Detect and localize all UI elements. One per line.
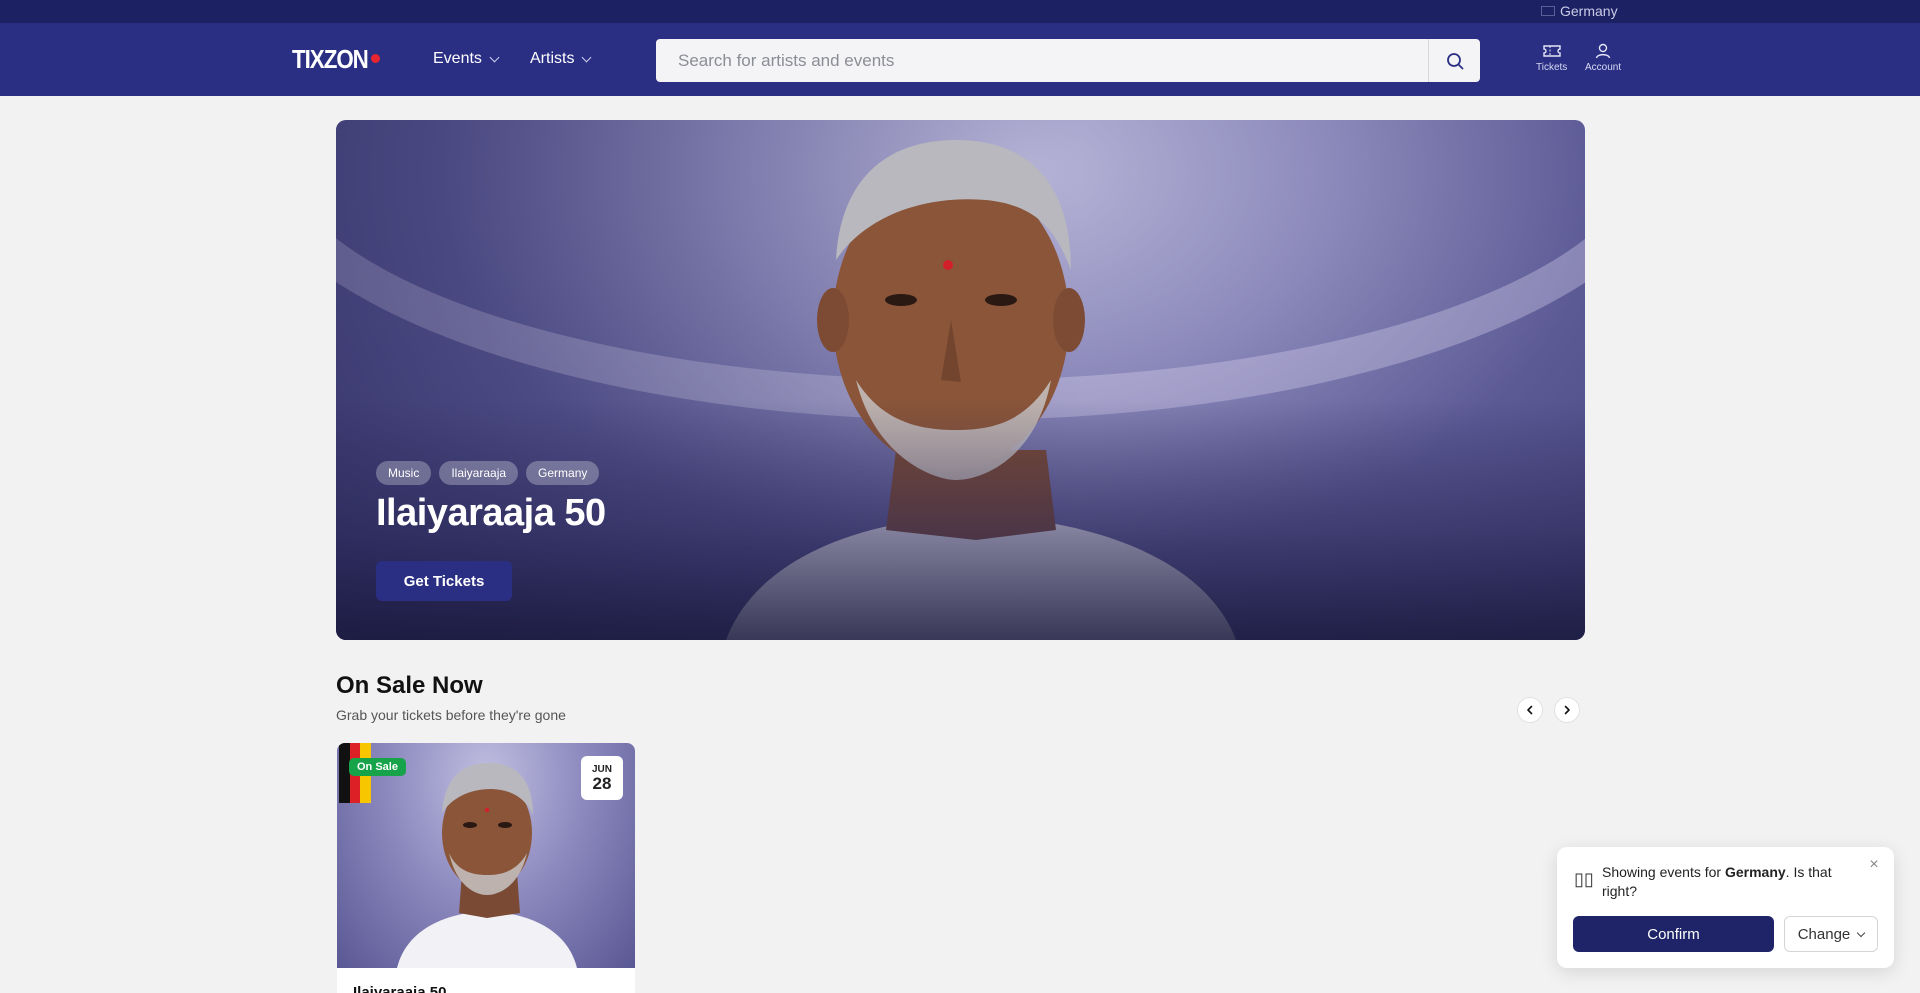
flag-icon [1541, 6, 1555, 16]
event-card-title: Ilaiyaraaja 50 [353, 984, 447, 993]
close-icon[interactable]: × [1866, 857, 1882, 873]
nav-artists-label: Artists [530, 50, 575, 67]
tag-category[interactable]: Music [376, 461, 432, 485]
location-message: Showing events for Germany. Is that righ… [1602, 863, 1857, 901]
carousel-next-button[interactable] [1554, 697, 1580, 723]
search-input[interactable] [656, 39, 1428, 82]
nav-events-label: Events [433, 50, 482, 67]
user-icon [1595, 43, 1611, 59]
hero-title: Ilaiyaraaja 50 [376, 492, 606, 534]
nav-events[interactable]: Events [433, 50, 500, 68]
tag-country[interactable]: Germany [526, 461, 600, 485]
logo-dot-icon [371, 54, 380, 63]
chevron-down-icon [1857, 928, 1866, 937]
tag-artist[interactable]: Ilaiyaraaja [439, 461, 519, 485]
change-label: Change [1797, 925, 1851, 943]
tickets-label: Tickets [1536, 62, 1568, 73]
change-button[interactable]: Change [1784, 916, 1878, 952]
ticket-icon [1542, 45, 1561, 57]
event-date-badge: JUN 28 [581, 756, 623, 800]
nav-artists[interactable]: Artists [530, 50, 592, 68]
region-selector[interactable]: Germany [1541, 3, 1618, 19]
hero-tags: Music Ilaiyaraaja Germany [376, 461, 600, 485]
carousel-prev-button[interactable] [1517, 697, 1543, 723]
location-confirm-popup: ▯▯ Showing events for Germany. Is that r… [1557, 847, 1894, 968]
event-day: 28 [592, 774, 612, 793]
region-label: Germany [1560, 3, 1618, 19]
main-navbar: TIXZON Events Artists Tickets Account [0, 23, 1920, 96]
top-utility-bar: Germany [0, 0, 1920, 23]
chevron-left-icon [1527, 705, 1533, 715]
chevron-down-icon [582, 52, 592, 62]
chevron-right-icon [1564, 705, 1570, 715]
get-tickets-button[interactable]: Get Tickets [376, 561, 512, 601]
location-message-prefix: Showing events for [1602, 864, 1725, 880]
account-label: Account [1585, 62, 1622, 73]
event-card[interactable]: On Sale JUN 28 Ilaiyaraaja 50 [337, 743, 635, 993]
search-bar [656, 39, 1480, 82]
confirm-button[interactable]: Confirm [1573, 916, 1774, 952]
chevron-down-icon [489, 52, 500, 62]
search-icon [1446, 52, 1463, 69]
on-sale-badge: On Sale [349, 758, 406, 776]
section-title: On Sale Now [336, 672, 483, 699]
hero-banner[interactable]: Music Ilaiyaraaja Germany Ilaiyaraaja 50… [336, 120, 1585, 640]
logo[interactable]: TIXZON [292, 44, 369, 75]
location-country: Germany [1724, 864, 1786, 880]
search-button[interactable] [1428, 39, 1480, 82]
flag-icon: ▯▯ [1574, 869, 1594, 889]
tickets-link[interactable]: Tickets [1536, 43, 1567, 73]
account-link[interactable]: Account [1585, 43, 1621, 73]
section-subtitle: Grab your tickets before they're gone [336, 707, 566, 723]
